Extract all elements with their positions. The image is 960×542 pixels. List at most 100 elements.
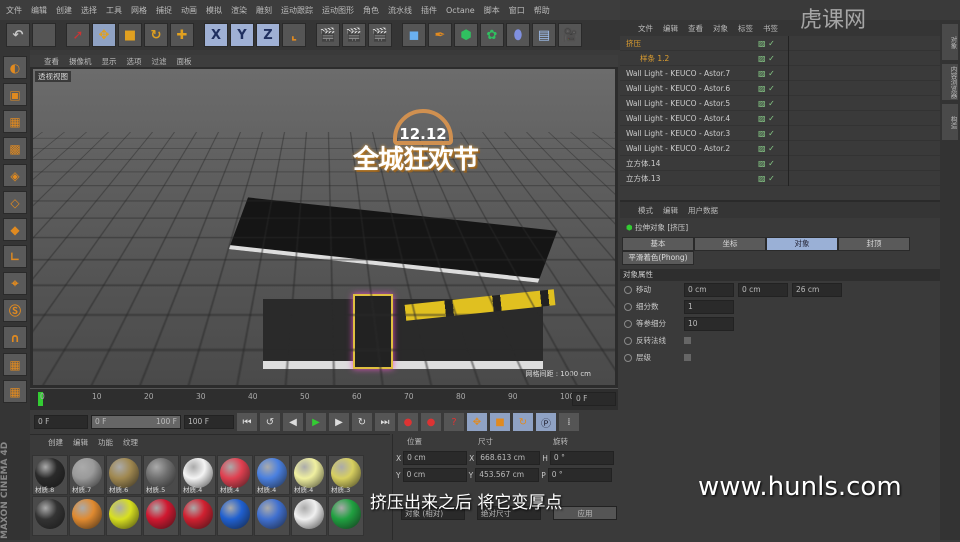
material-swatch[interactable]: 材质.5 bbox=[143, 455, 179, 495]
material-swatch[interactable]: 材质.7 bbox=[69, 455, 105, 495]
object-name[interactable]: 挤压 bbox=[620, 38, 758, 49]
object-row[interactable]: 立方体.13 ▨ ✓ bbox=[620, 170, 940, 186]
side-tab[interactable]: 内容浏览器 bbox=[942, 64, 958, 100]
key-parameter-button[interactable]: Ⓟ bbox=[536, 413, 556, 431]
record-button[interactable]: ● bbox=[398, 413, 418, 431]
material-menu-item[interactable]: 创建 bbox=[48, 437, 63, 448]
material-swatch[interactable] bbox=[217, 496, 253, 536]
key-pla-button[interactable]: ⁞ bbox=[559, 413, 579, 431]
visibility-flags[interactable]: ▨ ✓ bbox=[758, 54, 788, 63]
visibility-flags[interactable]: ▨ ✓ bbox=[758, 84, 788, 93]
select-tool-icon[interactable]: ➚ bbox=[66, 23, 90, 47]
menu-item[interactable]: 雕刻 bbox=[256, 5, 272, 16]
render-picture-icon[interactable]: 🎬 bbox=[342, 23, 366, 47]
material-swatch[interactable]: 材质.4 bbox=[291, 455, 327, 495]
object-row[interactable]: Wall Light - KEUCO - Astor.5 ▨ ✓ bbox=[620, 95, 940, 111]
menu-item[interactable]: 文件 bbox=[6, 5, 22, 16]
object-tags[interactable] bbox=[788, 80, 793, 96]
attr-tab[interactable]: 对象 bbox=[766, 237, 838, 251]
om-menu-item[interactable]: 编辑 bbox=[663, 23, 678, 34]
viewport-menu-item[interactable]: 面板 bbox=[177, 56, 192, 67]
attr-value-field[interactable]: 10 bbox=[684, 316, 734, 331]
render-settings-icon[interactable]: 🎬 bbox=[368, 23, 392, 47]
object-name[interactable]: Wall Light - KEUCO - Astor.2 bbox=[620, 144, 758, 153]
object-tags[interactable] bbox=[788, 50, 793, 66]
polygons-mode-icon[interactable]: ◆ bbox=[3, 218, 27, 241]
perspective-viewport[interactable]: 查看 摄像机 显示 选项 过滤 面板 12.12 全城狂欢节 透视视图 网格间距 : 10… bbox=[30, 55, 618, 388]
om-menu-item[interactable]: 对象 bbox=[713, 23, 728, 34]
material-swatch[interactable]: 材质.4 bbox=[254, 455, 290, 495]
visibility-flags[interactable]: ▨ ✓ bbox=[758, 174, 788, 183]
menu-item[interactable]: 选择 bbox=[81, 5, 97, 16]
coordinate-system-icon[interactable]: ⌞ bbox=[282, 23, 306, 47]
object-tags[interactable] bbox=[788, 155, 793, 171]
workplane-icon[interactable]: ▩ bbox=[3, 137, 27, 160]
z-axis-toggle[interactable]: Z bbox=[256, 23, 280, 47]
menu-item[interactable]: 运动跟踪 bbox=[281, 5, 313, 16]
render-view-icon[interactable]: 🎬 bbox=[316, 23, 340, 47]
autokey-button[interactable]: ● bbox=[421, 413, 441, 431]
object-tags[interactable] bbox=[788, 35, 793, 51]
animate-toggle[interactable] bbox=[624, 319, 632, 328]
om-menu-item[interactable]: 文件 bbox=[638, 23, 653, 34]
viewport-menu-item[interactable]: 查看 bbox=[44, 56, 59, 67]
visibility-flags[interactable]: ▨ ✓ bbox=[758, 114, 788, 123]
go-to-end-button[interactable]: ⏭ bbox=[375, 413, 395, 431]
visibility-flags[interactable]: ▨ ✓ bbox=[758, 39, 788, 48]
floor-icon[interactable]: ▤ bbox=[532, 23, 556, 47]
attr-value-field[interactable]: 26 cm bbox=[792, 282, 842, 297]
object-row[interactable]: Wall Light - KEUCO - Astor.2 ▨ ✓ bbox=[620, 140, 940, 156]
menu-item[interactable]: 模拟 bbox=[206, 5, 222, 16]
object-tags[interactable] bbox=[788, 125, 793, 141]
om-menu-item[interactable]: 查看 bbox=[688, 23, 703, 34]
viewport-menu-item[interactable]: 摄像机 bbox=[69, 56, 92, 67]
menu-item[interactable]: 流水线 bbox=[388, 5, 412, 16]
rotate-tool-icon[interactable]: ↻ bbox=[144, 23, 168, 47]
pen-icon[interactable]: ✒ bbox=[428, 23, 452, 47]
object-name[interactable]: 立方体.14 bbox=[620, 158, 758, 169]
object-row[interactable]: Wall Light - KEUCO - Astor.3 ▨ ✓ bbox=[620, 125, 940, 141]
magnet-icon[interactable]: ∩ bbox=[3, 326, 27, 349]
material-swatch[interactable] bbox=[106, 496, 142, 536]
attr-menu-item[interactable]: 编辑 bbox=[663, 205, 678, 216]
animate-toggle[interactable] bbox=[624, 302, 632, 311]
undo-button[interactable]: ↶ bbox=[6, 23, 30, 47]
material-swatch[interactable] bbox=[291, 496, 327, 536]
material-swatch[interactable] bbox=[328, 496, 364, 536]
points-mode-icon[interactable]: ◈ bbox=[3, 164, 27, 187]
key-rotation-button[interactable]: ↻ bbox=[513, 413, 533, 431]
attr-menu-item[interactable]: 用户数据 bbox=[688, 205, 718, 216]
attr-tab[interactable]: 基本 bbox=[622, 237, 694, 251]
material-menu-item[interactable]: 功能 bbox=[98, 437, 113, 448]
coord-field-pos[interactable]: 0 cm bbox=[403, 451, 468, 465]
move-tool-icon[interactable]: ✥ bbox=[92, 23, 116, 47]
menu-item[interactable]: 工具 bbox=[106, 5, 122, 16]
menu-item[interactable]: 脚本 bbox=[484, 5, 500, 16]
material-swatch[interactable]: 材质.3 bbox=[328, 455, 364, 495]
menu-item[interactable]: Octane bbox=[446, 6, 475, 15]
side-tab[interactable]: 构造 bbox=[942, 104, 958, 140]
attr-menu-item[interactable]: 模式 bbox=[638, 205, 653, 216]
object-tags[interactable] bbox=[788, 95, 793, 111]
y-axis-toggle[interactable]: Y bbox=[230, 23, 254, 47]
object-tags[interactable] bbox=[788, 140, 793, 156]
tweak-mode-icon[interactable]: ⌖ bbox=[3, 272, 27, 295]
timeline[interactable]: 0 10 20 30 40 50 60 70 80 90 100 0 F bbox=[30, 388, 618, 410]
object-tags[interactable] bbox=[788, 65, 793, 81]
animate-toggle[interactable] bbox=[624, 336, 632, 345]
visibility-flags[interactable]: ▨ ✓ bbox=[758, 129, 788, 138]
material-swatch[interactable] bbox=[254, 496, 290, 536]
object-row[interactable]: Wall Light - KEUCO - Astor.4 ▨ ✓ bbox=[620, 110, 940, 126]
om-menu-item[interactable]: 书签 bbox=[763, 23, 778, 34]
menu-item[interactable]: 窗口 bbox=[509, 5, 525, 16]
prev-key-button[interactable]: ↺ bbox=[260, 413, 280, 431]
object-name[interactable]: Wall Light - KEUCO - Astor.5 bbox=[620, 99, 758, 108]
coord-field-rot[interactable]: 0 ° bbox=[549, 451, 614, 465]
model-mode-icon[interactable]: ▣ bbox=[3, 83, 27, 106]
material-menu-item[interactable]: 编辑 bbox=[73, 437, 88, 448]
viewport-menu-item[interactable]: 过滤 bbox=[152, 56, 167, 67]
object-row[interactable]: 立方体.14 ▨ ✓ bbox=[620, 155, 940, 171]
attr-value-field[interactable]: 1 bbox=[684, 299, 734, 314]
material-swatch[interactable] bbox=[180, 496, 216, 536]
x-axis-toggle[interactable]: X bbox=[204, 23, 228, 47]
